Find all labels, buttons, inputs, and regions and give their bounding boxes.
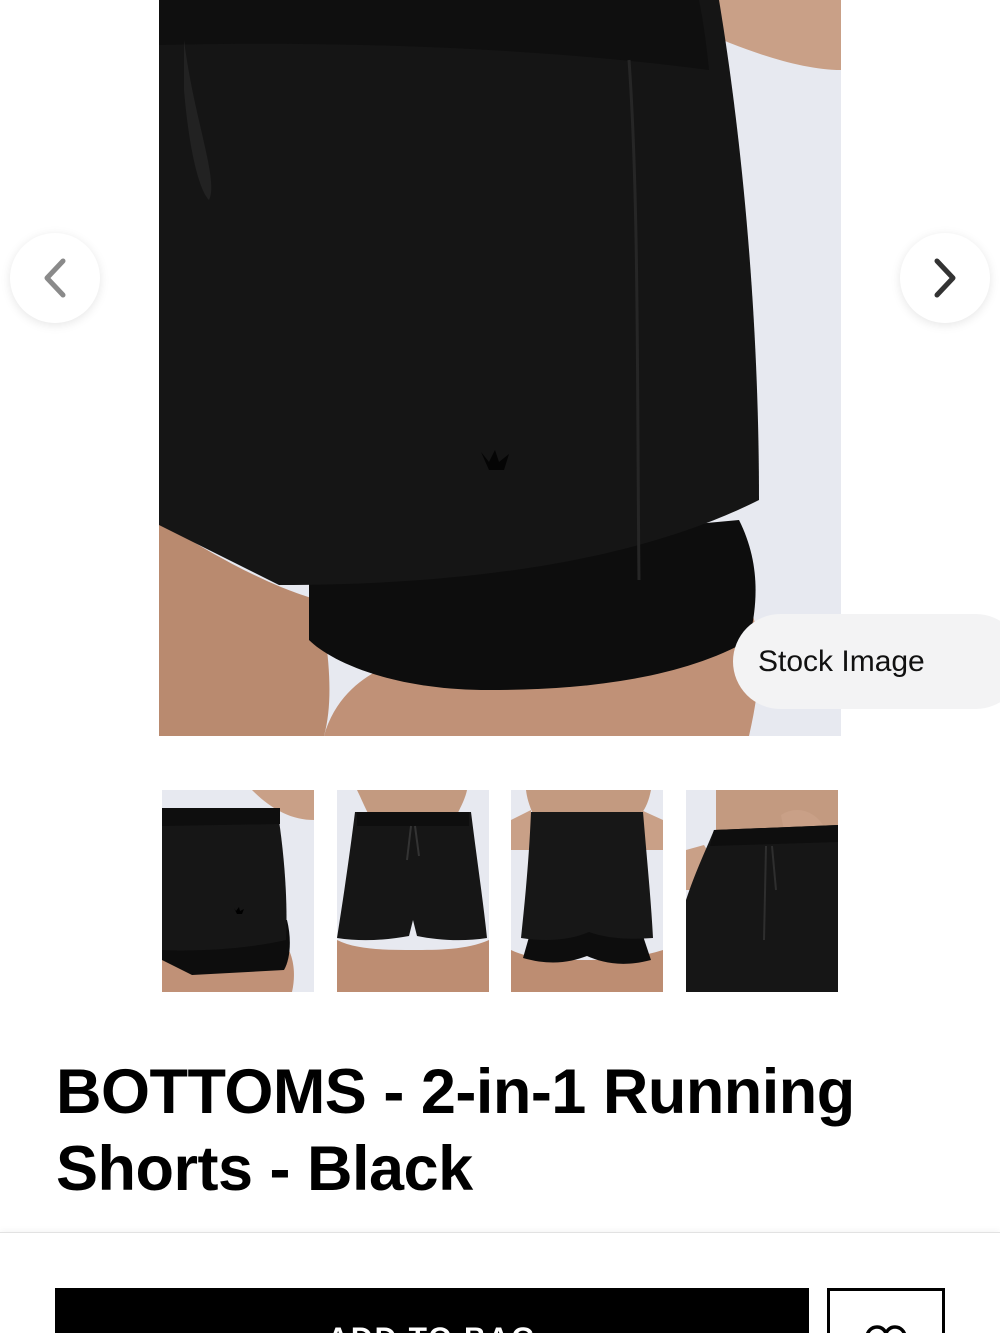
thumbnail-image [686,790,838,992]
thumbnail-image [337,790,489,992]
thumbnail-3[interactable] [511,790,663,992]
wishlist-button[interactable] [827,1288,945,1333]
next-image-button[interactable] [900,233,990,323]
add-to-bag-label: ADD TO BAG [327,1322,536,1333]
thumbnail-1[interactable] [162,790,314,992]
bottom-action-bar: ADD TO BAG [0,1232,1000,1333]
stock-image-badge: Stock Image [733,614,1000,709]
thumbnail-image [162,790,314,992]
heart-icon [865,1325,907,1333]
main-product-image[interactable] [159,0,841,736]
shorts-photo [159,0,841,736]
thumbnail-image [511,790,663,992]
stock-image-label: Stock Image [758,644,925,678]
thumbnail-4[interactable] [686,790,838,992]
chevron-right-icon [934,258,956,298]
product-title: BOTTOMS - 2-in-1 Running Shorts - Black [56,1057,855,1204]
add-to-bag-button[interactable]: ADD TO BAG [55,1288,809,1333]
previous-image-button[interactable] [10,233,100,323]
chevron-left-icon [44,258,66,298]
thumbnail-2[interactable] [337,790,489,992]
product-page: Stock Image BOTTOMS - 2-in-1 Running Sho… [0,0,1000,1333]
